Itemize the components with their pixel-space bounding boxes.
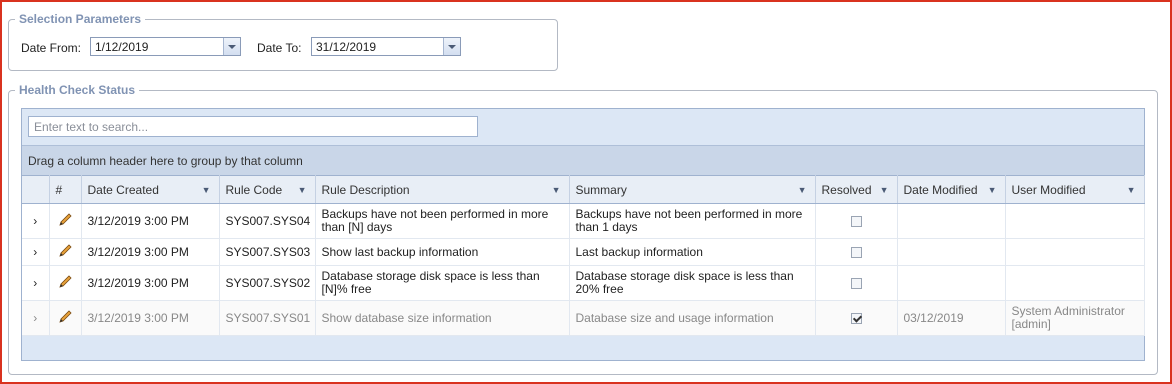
filter-icon[interactable]: ▼: [1127, 185, 1136, 195]
column-header-label: Date Modified: [903, 182, 978, 197]
cell-rule-description: Show last backup information: [315, 238, 570, 266]
cell-user-modified: [1005, 203, 1145, 239]
column-header-label: Rule Code: [225, 182, 283, 197]
cell-summary: Database size and usage information: [569, 300, 816, 336]
table-row[interactable]: › 3/12/2019 3:00 PM SYS007.SYS04 Backups…: [22, 203, 1145, 239]
date-from-value: 1/12/2019: [95, 40, 149, 54]
cell-user-modified: [1005, 238, 1145, 266]
cell-rule-description: Database storage disk space is less than…: [315, 265, 570, 301]
cell-summary: Backups have not been performed in more …: [569, 203, 816, 239]
date-to-dropdown-button[interactable]: [443, 38, 460, 55]
cell-date-modified: 03/12/2019: [897, 300, 1006, 336]
date-from-field[interactable]: 1/12/2019: [90, 37, 241, 56]
column-header-date-modified[interactable]: Date Modified ▼: [897, 175, 1006, 204]
table-header-row: # Date Created ▼ Rule Code ▼ Rule Descript…: [22, 175, 1145, 204]
column-header-label: Summary: [575, 182, 627, 197]
health-check-grid: Drag a column header here to group by th…: [21, 108, 1145, 361]
cell-resolved: [815, 238, 898, 266]
health-check-table: # Date Created ▼ Rule Code ▼ Rule Descript…: [22, 175, 1145, 336]
pencil-icon: [59, 243, 72, 257]
resolved-checkbox[interactable]: [850, 246, 862, 258]
filter-icon[interactable]: ▼: [298, 185, 307, 195]
edit-button[interactable]: [49, 300, 82, 336]
cell-date-modified: [897, 238, 1006, 266]
chevron-right-icon[interactable]: ›: [22, 300, 50, 336]
chevron-right-icon[interactable]: ›: [22, 265, 50, 301]
date-to-value: 31/12/2019: [316, 40, 377, 54]
edit-button[interactable]: [49, 238, 82, 266]
column-header-label: Resolved: [821, 182, 872, 197]
grid-search-input[interactable]: [28, 116, 478, 137]
column-header-num[interactable]: #: [49, 175, 82, 204]
group-by-panel[interactable]: Drag a column header here to group by th…: [22, 145, 1144, 176]
column-header-date-created[interactable]: Date Created ▼: [81, 175, 220, 204]
resolved-checkbox[interactable]: [850, 312, 862, 324]
date-from-dropdown-button[interactable]: [223, 38, 240, 55]
filter-icon[interactable]: ▼: [552, 185, 561, 195]
date-to-field[interactable]: 31/12/2019: [311, 37, 461, 56]
health-check-status-legend: Health Check Status: [19, 83, 136, 97]
table-row[interactable]: › 3/12/2019 3:00 PM SYS007.SYS03 Show la…: [22, 238, 1145, 266]
cell-resolved: [815, 300, 898, 336]
column-header-resolved[interactable]: Resolved ▼: [815, 175, 898, 204]
column-header-summary[interactable]: Summary ▼: [569, 175, 816, 204]
selection-parameters-legend: Selection Parameters: [19, 12, 142, 26]
column-header-rule-code[interactable]: Rule Code ▼: [219, 175, 316, 204]
cell-user-modified: System Administrator [admin]: [1005, 300, 1145, 336]
pencil-icon: [59, 309, 72, 323]
column-header-label: #: [55, 182, 63, 197]
column-header-label: Date Created: [87, 182, 159, 197]
chevron-down-icon: [448, 44, 456, 49]
cell-rule-code: SYS007.SYS01: [219, 300, 316, 336]
column-header-rule-description[interactable]: Rule Description ▼: [315, 175, 570, 204]
filter-icon[interactable]: ▼: [880, 185, 889, 195]
filter-icon[interactable]: ▼: [988, 185, 997, 195]
cell-resolved: [815, 203, 898, 239]
resolved-checkbox[interactable]: [850, 277, 862, 289]
edit-button[interactable]: [49, 265, 82, 301]
column-header-label: Rule Description: [321, 182, 410, 197]
cell-user-modified: [1005, 265, 1145, 301]
cell-date-created: 3/12/2019 3:00 PM: [81, 238, 220, 266]
pencil-icon: [59, 212, 72, 226]
cell-date-created: 3/12/2019 3:00 PM: [81, 300, 220, 336]
cell-summary: Database storage disk space is less than…: [569, 265, 816, 301]
edit-button[interactable]: [49, 203, 82, 239]
cell-rule-code: SYS007.SYS03: [219, 238, 316, 266]
cell-summary: Last backup information: [569, 238, 816, 266]
date-to-label: Date To:: [257, 41, 302, 55]
cell-date-modified: [897, 203, 1006, 239]
date-from-label: Date From:: [21, 41, 82, 55]
cell-rule-code: SYS007.SYS02: [219, 265, 316, 301]
table-row[interactable]: › 3/12/2019 3:00 PM SYS007.SYS01 Show da…: [22, 300, 1145, 336]
table-row[interactable]: › 3/12/2019 3:00 PM SYS007.SYS02 Databas…: [22, 265, 1145, 301]
column-header-label: User Modified: [1011, 182, 1086, 197]
group-by-hint: Drag a column header here to group by th…: [28, 154, 303, 168]
cell-resolved: [815, 265, 898, 301]
filter-icon[interactable]: ▼: [798, 185, 807, 195]
cell-date-created: 3/12/2019 3:00 PM: [81, 203, 220, 239]
chevron-right-icon[interactable]: ›: [22, 203, 50, 239]
expand-column-header: [22, 175, 50, 204]
chevron-down-icon: [228, 44, 236, 49]
filter-icon[interactable]: ▼: [202, 185, 211, 195]
cell-rule-description: Backups have not been performed in more …: [315, 203, 570, 239]
cell-date-created: 3/12/2019 3:00 PM: [81, 265, 220, 301]
pencil-icon: [59, 274, 72, 288]
chevron-right-icon[interactable]: ›: [22, 238, 50, 266]
cell-rule-code: SYS007.SYS04: [219, 203, 316, 239]
cell-rule-description: Show database size information: [315, 300, 570, 336]
resolved-checkbox[interactable]: [850, 215, 862, 227]
cell-date-modified: [897, 265, 1006, 301]
column-header-user-modified[interactable]: User Modified ▼: [1005, 175, 1145, 204]
